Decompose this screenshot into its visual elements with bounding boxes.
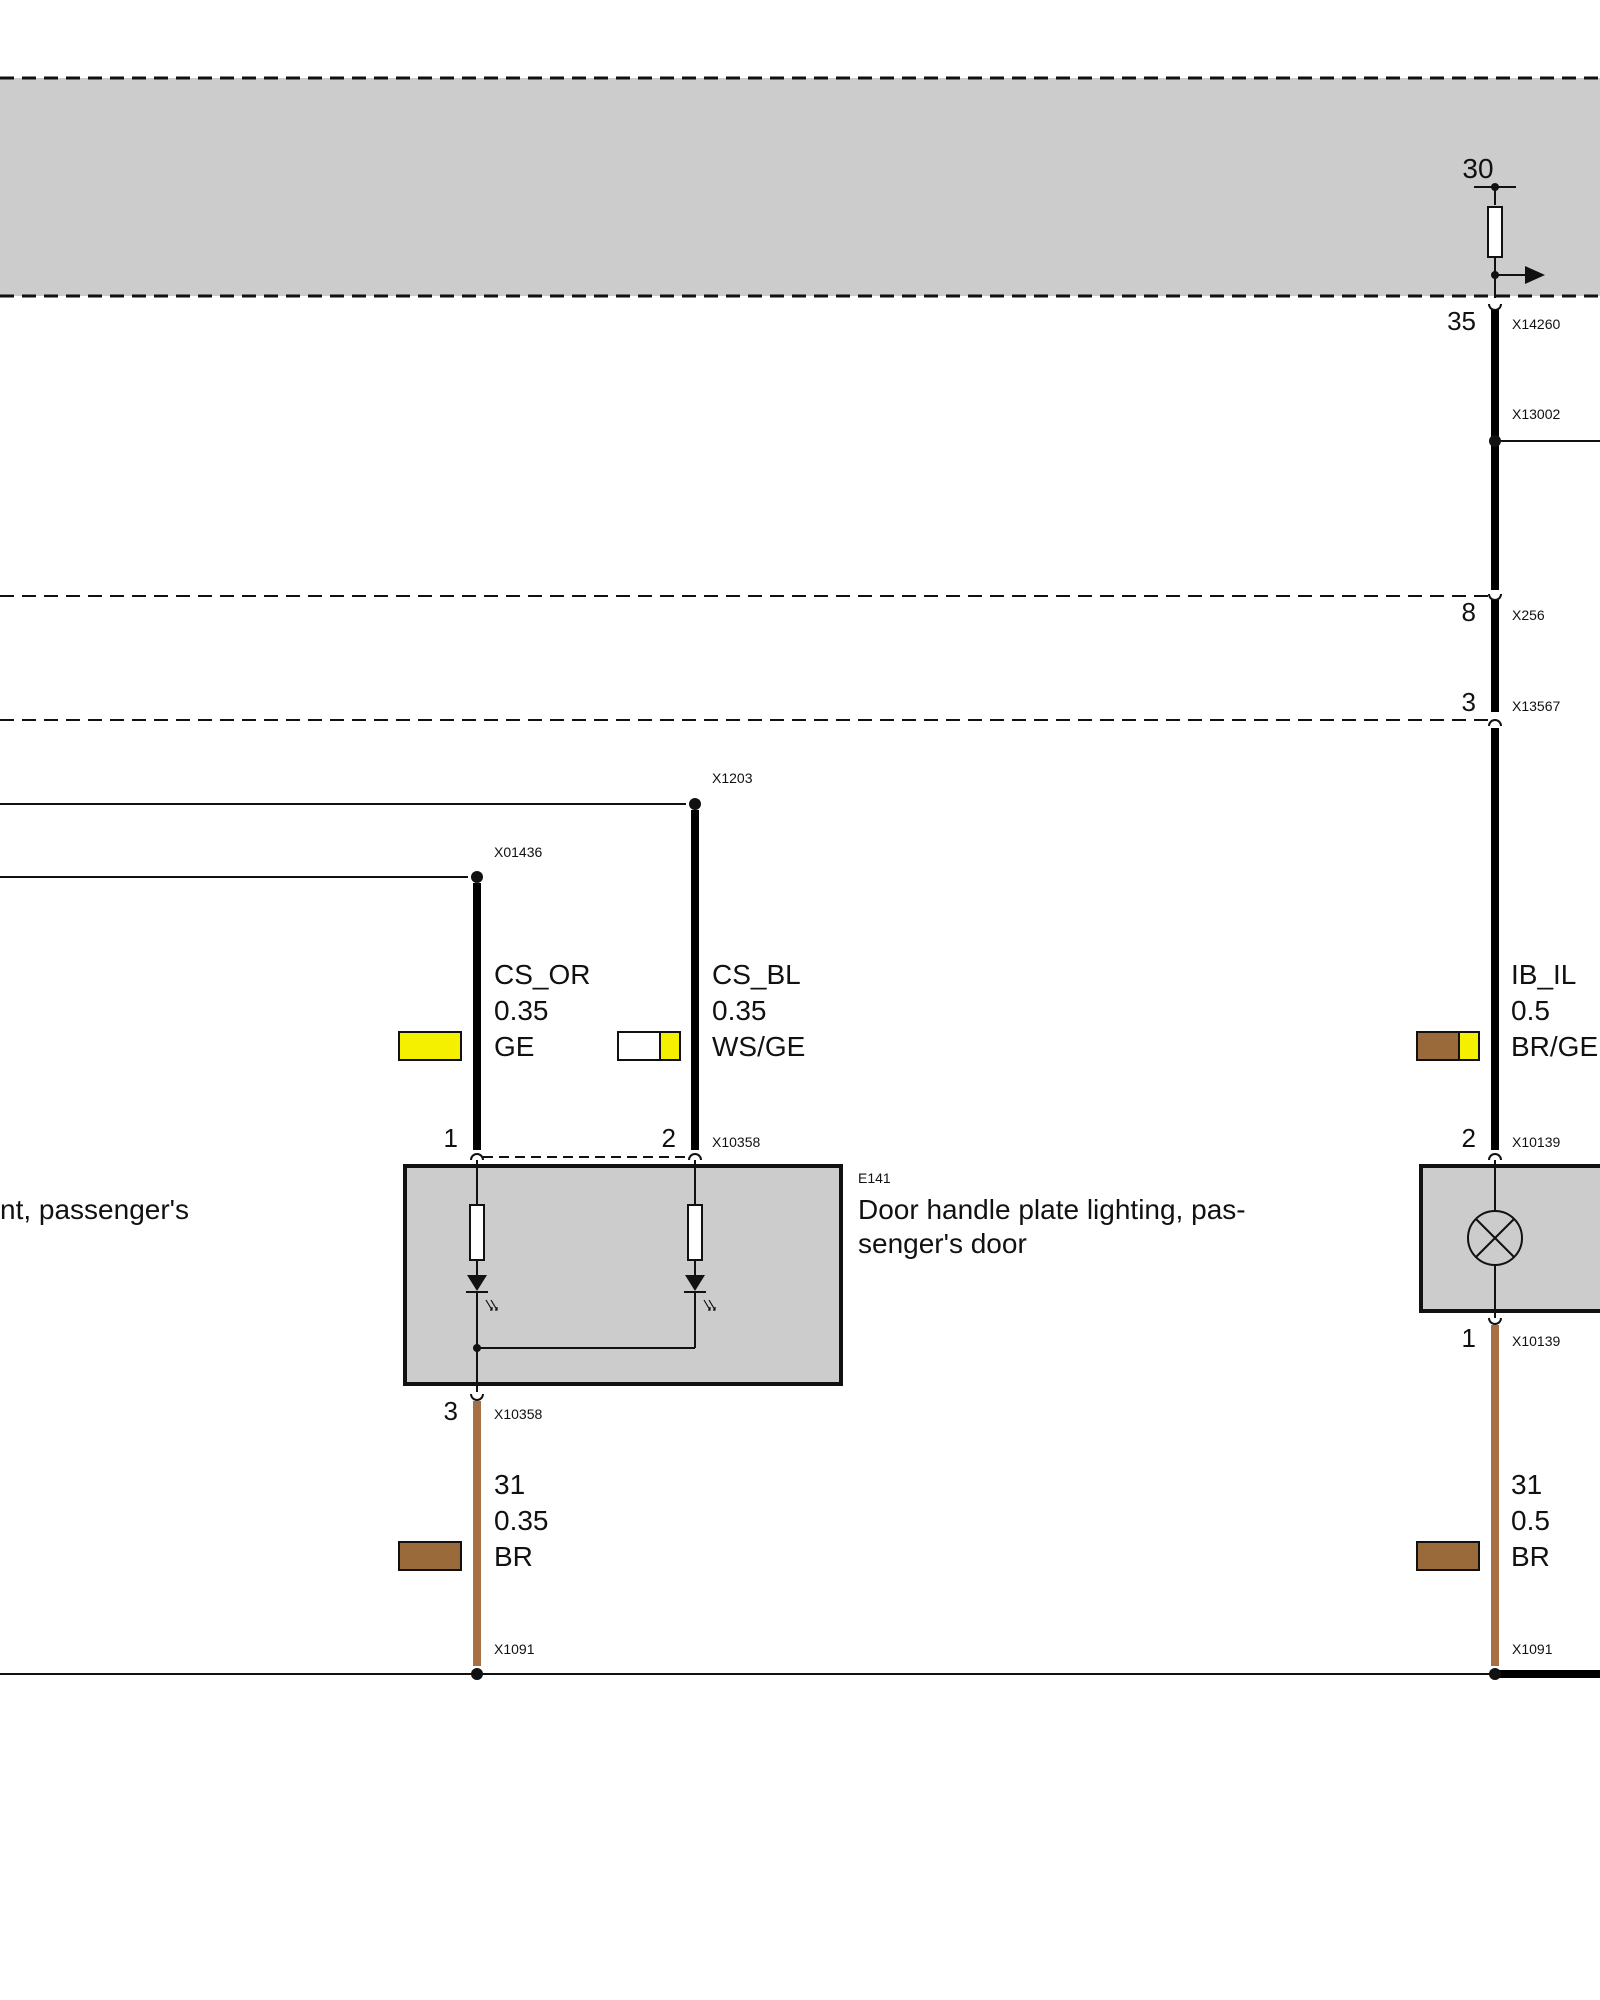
connector-x256-label: X256 bbox=[1512, 607, 1545, 623]
x256-connector-mark bbox=[1488, 593, 1502, 601]
supply-resistor-symbol bbox=[1487, 206, 1503, 258]
connector-x10139-bottom-label: X10139 bbox=[1512, 1333, 1560, 1349]
cs-bl-color-swatch-stripe bbox=[659, 1031, 681, 1061]
e141-ground-color-swatch bbox=[398, 1541, 462, 1571]
e141-pin-2-number: 2 bbox=[662, 1123, 676, 1153]
splice-x01436 bbox=[471, 871, 483, 883]
cs-or-signal-label: CS_OR bbox=[494, 959, 590, 990]
x13567-pin-number: 3 bbox=[1462, 687, 1476, 717]
connector-x01436-label: X01436 bbox=[494, 844, 542, 860]
x256-pin-number: 8 bbox=[1462, 597, 1476, 627]
connector-x10358-top-label: X10358 bbox=[712, 1134, 760, 1150]
connector-x10139-top-label: X10139 bbox=[1512, 1134, 1560, 1150]
cs-or-gauge-label: 0.35 bbox=[494, 995, 549, 1026]
e141-ground-color-label: BR bbox=[494, 1541, 533, 1572]
pin-35-number: 35 bbox=[1447, 306, 1476, 336]
cs-bl-color-label: WS/GE bbox=[712, 1031, 805, 1062]
led-1-resistor-symbol bbox=[469, 1204, 485, 1261]
lamp-ground-signal-label: 31 bbox=[1511, 1469, 1542, 1500]
e141-name-line-1: Door handle plate lighting, pas- bbox=[858, 1194, 1246, 1225]
connector-x13567-label: X13567 bbox=[1512, 698, 1560, 714]
connector-x1091-left-label: X1091 bbox=[494, 1641, 535, 1657]
control-unit-housing bbox=[0, 78, 1600, 296]
partial-component-name: nt, passenger's bbox=[0, 1194, 189, 1225]
e141-id-label: E141 bbox=[858, 1170, 891, 1186]
e141-ground-gauge-label: 0.35 bbox=[494, 1505, 549, 1536]
ground-splice-x1091-left bbox=[471, 1668, 483, 1680]
ib-il-gauge-label: 0.5 bbox=[1511, 995, 1550, 1026]
ground-splice-x1091-right bbox=[1489, 1668, 1501, 1680]
ib-il-color-swatch-main bbox=[1416, 1031, 1460, 1061]
e141-pin-3-number: 3 bbox=[444, 1396, 458, 1426]
connector-x1091-right-label: X1091 bbox=[1512, 1641, 1553, 1657]
led-2-resistor-symbol bbox=[687, 1204, 703, 1261]
e141-ground-signal-label: 31 bbox=[494, 1469, 525, 1500]
cs-or-color-swatch bbox=[398, 1031, 462, 1061]
cs-bl-gauge-label: 0.35 bbox=[712, 995, 767, 1026]
ib-il-color-label: BR/GE bbox=[1511, 1031, 1598, 1062]
e141-name-line-2: senger's door bbox=[858, 1228, 1027, 1259]
led-common-node bbox=[473, 1344, 481, 1352]
lamp-pin-1-number: 1 bbox=[1462, 1323, 1476, 1353]
connector-x1203-label: X1203 bbox=[712, 770, 753, 786]
supply-node bbox=[1491, 183, 1499, 191]
wiring-diagram: 30 35 X14260 X13002 8 X256 3 X13567 IB_I… bbox=[0, 76, 1600, 1680]
ib-il-color-swatch-stripe bbox=[1458, 1031, 1480, 1061]
terminal-30-label: 30 bbox=[1462, 153, 1493, 184]
e141-pin-3-connector-mark bbox=[470, 1393, 484, 1401]
lamp-ground-color-label: BR bbox=[1511, 1541, 1550, 1572]
connector-x14260-label: X14260 bbox=[1512, 316, 1560, 332]
pin-35-connector-mark bbox=[1488, 303, 1502, 311]
lamp-pin-2-number: 2 bbox=[1462, 1123, 1476, 1153]
e141-pin-1-number: 1 bbox=[444, 1123, 458, 1153]
lamp-pin-2-connector-mark bbox=[1488, 1153, 1502, 1161]
cs-or-color-label: GE bbox=[494, 1031, 534, 1062]
cs-bl-color-swatch-main bbox=[617, 1031, 661, 1061]
e141-pin-2-connector-mark bbox=[688, 1153, 702, 1161]
ib-il-signal-label: IB_IL bbox=[1511, 959, 1576, 990]
connector-x10358-bottom-label: X10358 bbox=[494, 1406, 542, 1422]
e141-pin-1-connector-mark bbox=[470, 1153, 484, 1161]
lamp-component-housing bbox=[1419, 1164, 1600, 1313]
x13567-connector-mark bbox=[1488, 719, 1502, 727]
splice-x13002 bbox=[1489, 435, 1501, 447]
cs-bl-signal-label: CS_BL bbox=[712, 959, 801, 990]
lamp-ground-gauge-label: 0.5 bbox=[1511, 1505, 1550, 1536]
lamp-pin-1-connector-mark bbox=[1488, 1317, 1502, 1325]
connector-x13002-label: X13002 bbox=[1512, 406, 1560, 422]
lamp-ground-color-swatch bbox=[1416, 1541, 1480, 1571]
splice-x1203 bbox=[689, 798, 701, 810]
